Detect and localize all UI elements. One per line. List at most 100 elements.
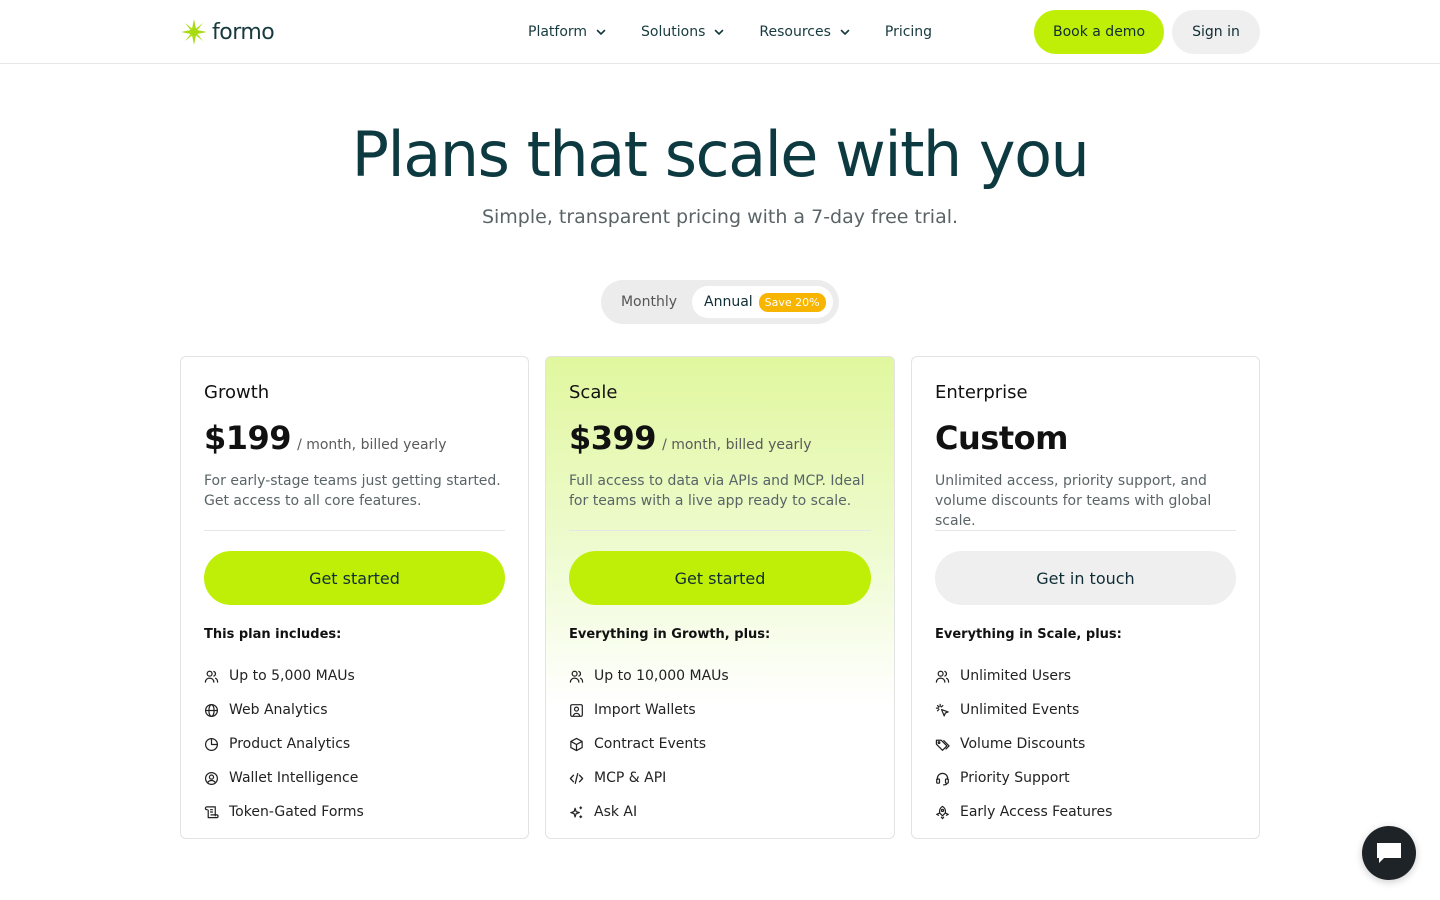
sparkles-icon	[570, 805, 583, 818]
price-row: Custom	[935, 419, 1068, 457]
plan-price: Custom	[935, 419, 1068, 457]
user-circle-icon	[204, 771, 219, 785]
feature-item: Contract Events	[569, 727, 729, 761]
toggle-monthly[interactable]: Monthly	[611, 286, 687, 318]
users-icon	[204, 670, 219, 683]
feature-label: Unlimited Users	[960, 668, 1072, 684]
chat-bubble-icon	[1377, 843, 1401, 863]
feature-label: Up to 10,000 MAUs	[594, 668, 729, 684]
site-header: formo Platform Solutions Resources Prici…	[0, 0, 1440, 64]
plan-card-growth: Growth $199 / month, billed yearly For e…	[180, 356, 529, 839]
get-in-touch-button[interactable]: Get in touch	[935, 551, 1236, 605]
price-row: $399 / month, billed yearly	[569, 419, 811, 457]
divider	[935, 530, 1236, 531]
feature-label: Contract Events	[594, 736, 707, 752]
plan-price: $199	[204, 419, 292, 457]
box-icon	[570, 737, 583, 751]
plan-name: Enterprise	[935, 382, 1028, 403]
users-icon	[569, 670, 584, 683]
sign-in-button[interactable]: Sign in	[1172, 10, 1260, 54]
formo-star-icon	[181, 19, 207, 45]
feature-item: Volume Discounts	[935, 727, 1112, 761]
nav-label: Solutions	[641, 24, 706, 40]
nav-solutions[interactable]: Solutions	[641, 22, 725, 42]
tags-icon	[935, 739, 950, 751]
rocket-icon	[936, 805, 949, 819]
toggle-annual-label: Annual	[704, 294, 753, 310]
get-started-button[interactable]: Get started	[204, 551, 505, 605]
feature-label: Ask AI	[594, 804, 638, 820]
feature-label: Priority Support	[960, 770, 1070, 786]
globe-icon	[204, 703, 219, 717]
feature-label: MCP & API	[594, 770, 667, 786]
divider	[204, 530, 505, 531]
feature-item: Wallet Intelligence	[204, 761, 364, 795]
feature-label: Unlimited Events	[960, 702, 1080, 718]
scroll-icon	[204, 805, 219, 818]
chevron-down-icon	[715, 29, 724, 35]
billing-toggle: Monthly Annual Save 20%	[601, 280, 839, 324]
nav-resources[interactable]: Resources	[759, 22, 851, 42]
feature-item: Web Analytics	[204, 693, 364, 727]
plan-description: Full access to data via APIs and MCP. Id…	[569, 473, 865, 509]
feature-label: Volume Discounts	[960, 736, 1086, 752]
chevron-down-icon	[596, 29, 606, 35]
plan-description: For early-stage teams just getting start…	[204, 473, 501, 509]
feature-item: Early Access Features	[935, 795, 1112, 829]
logo[interactable]: formo	[180, 17, 275, 47]
feature-label: Early Access Features	[960, 804, 1113, 820]
save-badge: Save 20%	[758, 292, 826, 312]
feature-item: Import Wallets	[569, 693, 729, 727]
chevron-down-icon	[840, 29, 850, 35]
feature-item: Priority Support	[935, 761, 1112, 795]
feature-item: Unlimited Users	[935, 659, 1112, 693]
user-square-icon	[570, 703, 583, 717]
includes-heading: This plan includes:	[204, 627, 342, 642]
users-icon	[935, 670, 950, 683]
plan-name: Growth	[204, 382, 270, 403]
plan-description: Unlimited access, priority support, and …	[935, 473, 1212, 529]
feature-item: Up to 5,000 MAUs	[204, 659, 364, 693]
feature-list: Up to 10,000 MAUs Import Wallets Contrac…	[569, 659, 729, 829]
plan-card-scale: Scale $399 / month, billed yearly Full a…	[545, 356, 895, 839]
nav-label: Resources	[759, 24, 831, 40]
pie-chart-icon	[204, 737, 218, 751]
chat-widget-button[interactable]	[1362, 826, 1416, 880]
feature-label: Import Wallets	[594, 702, 696, 718]
logo-text: formo	[212, 19, 275, 45]
page-subtitle: Simple, transparent pricing with a 7-day…	[481, 206, 959, 228]
plan-card-enterprise: Enterprise Custom Unlimited access, prio…	[911, 356, 1260, 839]
plan-period: / month, billed yearly	[662, 437, 812, 453]
plan-price: $399	[569, 419, 657, 457]
divider	[569, 530, 871, 531]
book-demo-button[interactable]: Book a demo	[1034, 10, 1164, 54]
feature-list: Up to 5,000 MAUs Web Analytics Product A…	[204, 659, 364, 829]
feature-label: Token-Gated Forms	[229, 804, 364, 820]
get-started-button[interactable]: Get started	[569, 551, 871, 605]
nav-platform[interactable]: Platform	[528, 22, 607, 42]
nav-label: Pricing	[884, 24, 933, 40]
includes-heading: Everything in Scale, plus:	[935, 627, 1122, 642]
feature-label: Product Analytics	[229, 736, 351, 752]
feature-item: Product Analytics	[204, 727, 364, 761]
nav-pricing[interactable]: Pricing	[885, 22, 932, 42]
nav-label: Platform	[528, 24, 588, 40]
toggle-annual[interactable]: Annual Save 20%	[692, 286, 833, 318]
headset-icon	[936, 772, 949, 785]
price-row: $199 / month, billed yearly	[204, 419, 446, 457]
includes-heading: Everything in Growth, plus:	[569, 627, 771, 642]
plan-period: / month, billed yearly	[297, 437, 447, 453]
feature-item: MCP & API	[569, 761, 729, 795]
feature-label: Web Analytics	[229, 702, 328, 718]
main-nav: Platform Solutions Resources Pricing	[528, 22, 966, 42]
click-icon	[935, 703, 949, 716]
feature-item: Unlimited Events	[935, 693, 1112, 727]
feature-list: Unlimited Users Unlimited Events Volume …	[935, 659, 1112, 829]
feature-item: Token-Gated Forms	[204, 795, 364, 829]
feature-label: Up to 5,000 MAUs	[229, 668, 355, 684]
plan-name: Scale	[569, 382, 618, 403]
feature-label: Wallet Intelligence	[229, 770, 359, 786]
feature-item: Up to 10,000 MAUs	[569, 659, 729, 693]
feature-item: Ask AI	[569, 795, 729, 829]
page-title: Plans that scale with you	[351, 118, 1090, 191]
